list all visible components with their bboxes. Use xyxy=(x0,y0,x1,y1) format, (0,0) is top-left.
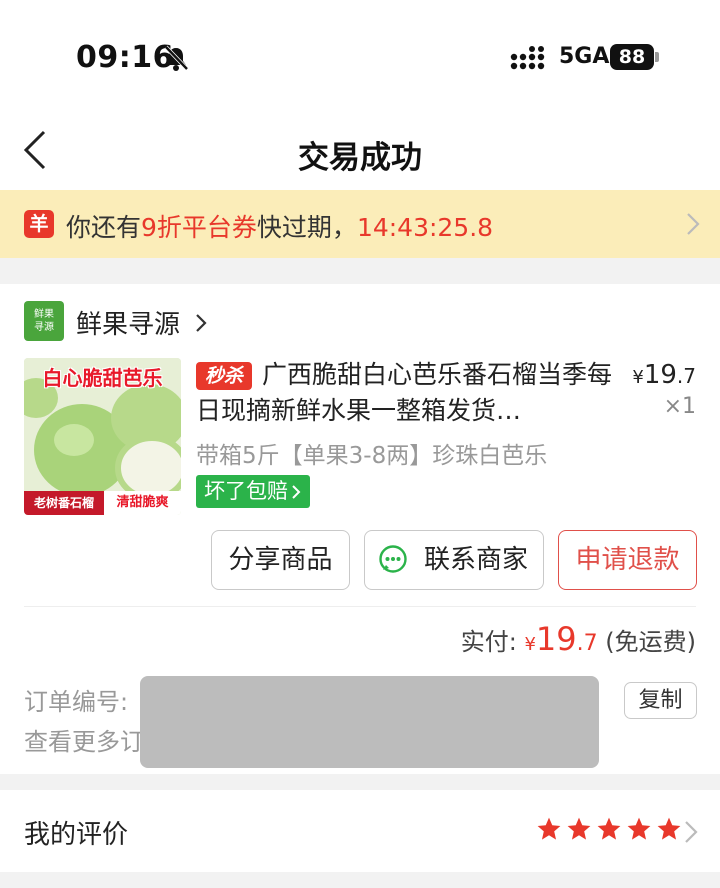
nav-bar: 交易成功 xyxy=(0,110,720,190)
price-int: 19 xyxy=(643,360,677,390)
shop-logo-line2: 寻源 xyxy=(34,322,54,333)
coupon-highlight: 9折平台券 xyxy=(141,213,257,242)
view-more-link[interactable]: 查看更多订 xyxy=(24,722,142,757)
signal-icon xyxy=(510,46,545,70)
product-image[interactable]: 白心脆甜芭乐 老树番石榴 清甜脆爽 xyxy=(24,358,181,515)
paid-amount: ¥19.7 xyxy=(524,620,597,658)
product-sku: 带箱5斤【单果3-8两】珍珠白芭乐 xyxy=(196,443,548,469)
order-number-label: 订单编号: xyxy=(24,688,129,716)
order-info: 订单编号: 查看更多订 复制 xyxy=(0,662,720,774)
image-headline: 白心脆甜芭乐 xyxy=(42,366,163,390)
order-card: 鲜果 寻源 鲜果寻源 白心脆甜芭乐 老树番石榴 清甜脆爽 广西脆甜白心芭乐番石榴… xyxy=(0,284,720,662)
request-refund-button[interactable]: 申请退款 xyxy=(558,530,697,590)
shop-logo-line1: 鲜果 xyxy=(34,309,54,320)
price-dec: .7 xyxy=(676,364,696,388)
image-tag-left: 老树番石榴 xyxy=(24,491,104,515)
coupon-text: 你还有9折平台券快过期，14:43:25.8 xyxy=(66,208,493,244)
image-tag-right: 清甜脆爽 xyxy=(104,491,181,515)
paid-label: 实付: xyxy=(460,628,525,656)
review-label: 我的评价 xyxy=(24,820,129,850)
paid-dec: .7 xyxy=(576,631,598,656)
chat-bubble-icon xyxy=(379,545,407,573)
paid-note: (免运费) xyxy=(597,628,696,656)
status-time: 09:16 xyxy=(76,40,174,75)
chevron-right-icon[interactable] xyxy=(194,312,208,334)
contact-seller-button[interactable]: 联系商家 xyxy=(364,530,544,590)
shop-name[interactable]: 鲜果寻源 xyxy=(76,304,180,341)
network-type: 5GA xyxy=(559,44,610,69)
product-quantity: ×1 xyxy=(663,394,696,419)
coupon-icon: 羊 xyxy=(24,210,54,238)
paid-yen: ¥ xyxy=(524,634,536,655)
chevron-right-icon xyxy=(685,821,698,843)
product-title[interactable]: 广西脆甜白心芭乐番石榴当季每日现摘新鲜水果一整箱发货… xyxy=(196,357,616,429)
share-product-button[interactable]: 分享商品 xyxy=(211,530,350,590)
shop-logo: 鲜果 寻源 xyxy=(24,301,64,341)
product-price: ¥19.7 xyxy=(632,360,696,390)
paid-int: 19 xyxy=(535,620,577,658)
chevron-right-icon xyxy=(292,485,301,499)
star-icon xyxy=(537,817,561,840)
divider xyxy=(24,606,696,607)
coupon-banner[interactable]: 羊 你还有9折平台券快过期，14:43:25.8 xyxy=(0,190,720,258)
price-yen: ¥ xyxy=(632,367,644,388)
status-bar: 09:16 5GA 88 xyxy=(0,0,720,110)
coupon-prefix: 你还有 xyxy=(66,213,142,242)
chevron-right-icon xyxy=(687,213,700,235)
battery-indicator: 88 xyxy=(610,44,659,70)
star-icon xyxy=(657,817,681,840)
guarantee-badge[interactable]: 坏了包赔 xyxy=(196,475,310,508)
copy-button[interactable]: 复制 xyxy=(624,682,697,719)
coupon-countdown: 14:43:25.8 xyxy=(356,213,494,242)
coupon-suffix: 快过期， xyxy=(256,213,357,242)
bell-slash-icon xyxy=(164,45,189,71)
battery-cap xyxy=(655,52,659,62)
star-icon xyxy=(597,817,621,840)
paid-amount-row: 实付: ¥19.7 (免运费) xyxy=(461,620,696,658)
flash-sale-badge: 秒杀 xyxy=(196,362,252,390)
contact-seller-label: 联系商家 xyxy=(423,545,528,575)
redacted-order-number xyxy=(140,676,599,768)
page-title: 交易成功 xyxy=(298,140,422,176)
battery-level: 88 xyxy=(610,44,654,70)
my-review-row[interactable]: 我的评价 xyxy=(0,790,720,872)
star-rating xyxy=(536,816,682,842)
star-icon xyxy=(627,817,651,840)
guarantee-label: 坏了包赔 xyxy=(204,479,288,503)
star-icon xyxy=(567,817,591,840)
